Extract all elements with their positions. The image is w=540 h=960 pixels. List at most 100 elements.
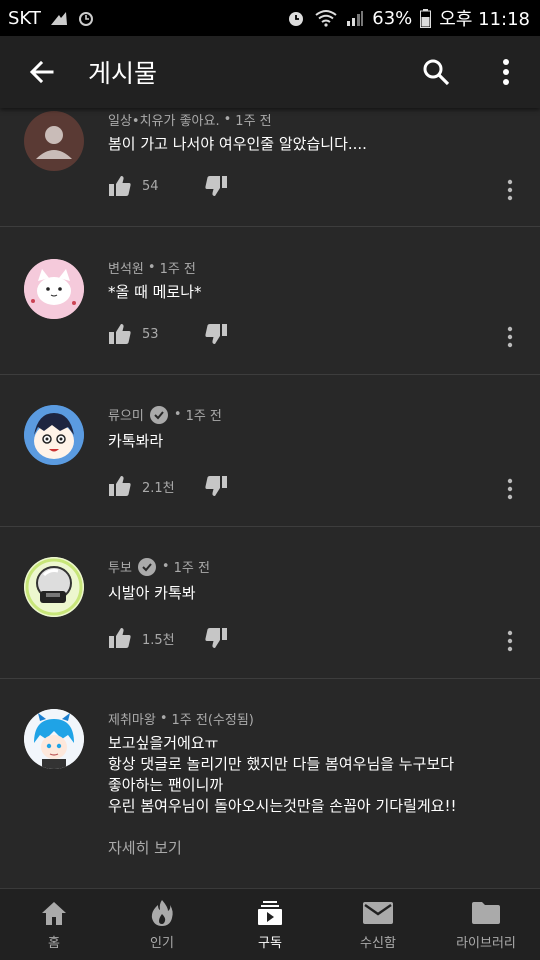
more-options-button[interactable] <box>478 44 534 100</box>
comment-text: 카톡봐라 <box>108 431 518 452</box>
dislike-button[interactable] <box>204 627 228 649</box>
avatar[interactable] <box>24 259 84 319</box>
carrier-label: SKT <box>8 7 41 29</box>
thumb-up-icon <box>109 324 131 344</box>
cat-avatar-icon <box>24 259 84 319</box>
timestamp[interactable]: 1주 전 <box>186 405 222 424</box>
timestamp[interactable]: 1주 전 <box>160 258 196 277</box>
comment-text: 봄이 가고 나서야 여우인줄 알았습니다.... <box>108 134 518 155</box>
more-vert-icon <box>507 326 513 348</box>
author-name[interactable]: 변석원 <box>108 258 144 277</box>
separator-dot: • <box>161 559 170 574</box>
fire-icon <box>151 899 173 926</box>
comment-text: 보고싶을거에요ㅠ 항상 댓글로 놀리기만 했지만 다들 봄여우님을 누구보다 좋… <box>108 733 518 817</box>
signal-icon <box>346 10 364 26</box>
folder-icon <box>472 901 500 924</box>
comment-actions: 53 <box>108 323 228 345</box>
comment-actions: 54 <box>108 175 228 197</box>
like-button[interactable]: 1.5천 <box>108 627 204 649</box>
nav-inbox-label: 수신함 <box>360 935 396 951</box>
thumb-down-icon <box>205 176 227 196</box>
comment-menu-button[interactable] <box>498 178 522 202</box>
nav-trending[interactable]: 인기 <box>108 889 216 960</box>
comment-feed[interactable]: 일상•치유가 좋아요. • 1주 전 봄이 가고 나서야 여우인줄 알았습니다.… <box>0 108 540 888</box>
comment-meta: 일상•치유가 좋아요. • 1주 전 <box>108 110 272 129</box>
comment-meta: 투보 • 1주 전 <box>108 557 210 576</box>
comment-item: 류으미 • 1주 전 카톡봐라 2.1천 <box>0 375 540 527</box>
comment-line: 좋아하는 팬이니까 <box>108 776 224 794</box>
like-button[interactable]: 53 <box>108 323 204 345</box>
arrow-back-icon <box>29 60 54 84</box>
avatar[interactable] <box>24 557 84 617</box>
author-name[interactable]: 류으미 <box>108 405 144 424</box>
comment-text: *올 때 메로나* <box>108 282 518 303</box>
battery-percent: 63% <box>372 7 413 29</box>
dislike-button[interactable] <box>204 475 228 497</box>
search-icon <box>423 59 450 86</box>
comment-item: 일상•치유가 좋아요. • 1주 전 봄이 가고 나서야 여우인줄 알았습니다.… <box>0 108 540 227</box>
search-button[interactable] <box>408 44 464 100</box>
comment-line: 봄이 가고 나서야 여우인줄 알았습니다.... <box>108 135 367 153</box>
timestamp[interactable]: 1주 전 <box>235 110 271 129</box>
comment-item: 변석원 • 1주 전 *올 때 메로나* 53 <box>0 227 540 375</box>
comment-line: 카톡봐라 <box>108 432 164 450</box>
comment-menu-button[interactable] <box>498 325 522 349</box>
author-name[interactable]: 제취마왕 <box>108 709 156 728</box>
thumb-down-icon <box>205 476 227 496</box>
more-vert-icon <box>503 59 509 85</box>
comment-menu-button[interactable] <box>498 629 522 653</box>
more-vert-icon <box>507 179 513 201</box>
comment-menu-button[interactable] <box>498 477 522 501</box>
comment-actions: 1.5천 <box>108 627 228 649</box>
cartoon-face-avatar-icon <box>24 405 84 465</box>
like-button[interactable]: 54 <box>108 175 204 197</box>
like-count: 1.5천 <box>142 632 175 648</box>
avatar[interactable] <box>24 709 84 769</box>
comment-line: 시발아 카톡봐 <box>108 584 196 602</box>
status-bar: SKT 63% 오후 11:18 <box>0 0 540 36</box>
nav-library[interactable]: 라이브러리 <box>432 889 540 960</box>
anime-avatar-icon <box>24 709 84 769</box>
notification-icon <box>49 9 69 27</box>
avatar[interactable] <box>24 111 84 171</box>
verified-badge-icon <box>137 557 156 576</box>
nav-home[interactable]: 홈 <box>0 889 108 960</box>
comment-meta: 제취마왕 • 1주 전(수정됨) <box>108 709 254 728</box>
alarm-clock-icon <box>77 9 95 27</box>
author-name[interactable]: 일상•치유가 좋아요. <box>108 110 220 129</box>
back-button[interactable] <box>14 44 70 100</box>
separator-dot: • <box>223 112 232 127</box>
comment-item: 제취마왕 • 1주 전(수정됨) 보고싶을거에요ㅠ 항상 댓글로 놀리기만 했지… <box>0 679 540 888</box>
more-vert-icon <box>507 630 513 652</box>
thumb-up-icon <box>109 476 131 496</box>
nav-inbox[interactable]: 수신함 <box>324 889 432 960</box>
bottom-navigation: 홈 인기 구독 수신함 라이브러리 <box>0 888 540 960</box>
alarm-icon <box>286 8 306 28</box>
thumb-up-icon <box>109 176 131 196</box>
author-name[interactable]: 투보 <box>108 557 132 576</box>
mail-icon <box>363 901 393 924</box>
nav-library-label: 라이브러리 <box>456 935 516 951</box>
page-title: 게시물 <box>88 59 158 88</box>
avatar[interactable] <box>24 405 84 465</box>
thumb-down-icon <box>205 324 227 344</box>
timestamp[interactable]: 1주 전(수정됨) <box>172 709 254 728</box>
dislike-button[interactable] <box>204 323 228 345</box>
like-count: 54 <box>142 178 159 194</box>
more-vert-icon <box>507 478 513 500</box>
timestamp[interactable]: 1주 전 <box>174 557 210 576</box>
like-count: 2.1천 <box>142 480 175 496</box>
verified-badge-icon <box>149 405 168 424</box>
separator-dot: • <box>147 260 156 275</box>
comment-line: 우린 봄여우님이 돌아오시는것만을 손꼽아 기다릴게요!! <box>108 797 457 815</box>
comment-line: *올 때 메로나* <box>108 283 202 301</box>
dislike-button[interactable] <box>204 175 228 197</box>
like-button[interactable]: 2.1천 <box>108 475 204 497</box>
comment-item: 투보 • 1주 전 시발아 카톡봐 1.5천 <box>0 527 540 679</box>
clock: 오후 11:18 <box>439 9 530 30</box>
battery-icon <box>420 8 432 28</box>
comment-text: 시발아 카톡봐 <box>108 583 518 604</box>
read-more-link[interactable]: 자세히 보기 <box>108 837 182 858</box>
nav-subscriptions[interactable]: 구독 <box>216 889 324 960</box>
thumb-up-icon <box>109 628 131 648</box>
